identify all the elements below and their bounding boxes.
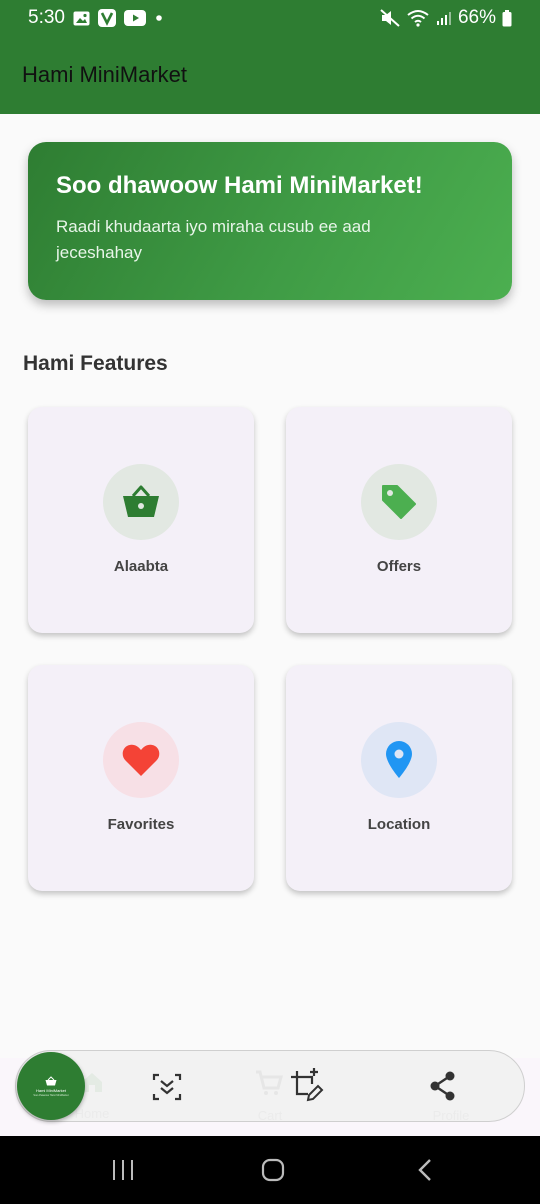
tag-icon	[361, 464, 437, 540]
back-button[interactable]	[410, 1136, 440, 1204]
feature-card-alaabta[interactable]: Alaabta	[28, 407, 254, 633]
wifi-icon	[406, 9, 430, 27]
heart-icon	[103, 722, 179, 798]
crop-edit-button[interactable]	[286, 1066, 326, 1106]
feature-card-label: Offers	[376, 558, 422, 575]
features-section-title: Hami Features	[23, 352, 168, 375]
scroll-capture-button[interactable]	[148, 1068, 186, 1106]
scroll-capture-icon	[152, 1073, 182, 1101]
preview-subtitle: Soo dhawoow Hami MiniMarket	[33, 1093, 69, 1097]
battery-percent: 66%	[457, 7, 496, 28]
mute-icon	[380, 9, 400, 27]
nav-item-cart[interactable]	[254, 1070, 284, 1099]
feature-card-offers[interactable]: Offers	[286, 407, 512, 633]
share-icon	[430, 1071, 455, 1101]
feature-card-label: Favorites	[107, 816, 175, 833]
signal-icon	[436, 10, 452, 26]
app-title: Hami MiniMarket	[22, 62, 188, 87]
back-icon	[418, 1159, 431, 1181]
location-pin-icon	[361, 722, 437, 798]
feature-card-label: Alaabta	[113, 558, 169, 575]
status-bar: 5:30 66%	[0, 0, 540, 36]
recent-apps-button[interactable]	[108, 1136, 138, 1204]
banner-title: Soo dhawoow Hami MiniMarket!	[56, 172, 423, 199]
recent-apps-icon	[113, 1160, 133, 1180]
feature-card-location[interactable]: Location	[286, 665, 512, 891]
dot-icon	[154, 13, 164, 23]
nav-item-profile-label: Profile	[432, 1108, 470, 1123]
status-time: 5:30	[28, 7, 65, 28]
banner-subtitle: Raadi khudaarta iyo miraha cusub ee aad …	[56, 217, 371, 262]
welcome-banner: Soo dhawoow Hami MiniMarket! Raadi khuda…	[28, 142, 512, 300]
youtube-icon	[123, 10, 146, 26]
basket-icon	[45, 1075, 57, 1085]
battery-icon	[502, 9, 512, 27]
crop-edit-icon	[291, 1068, 324, 1102]
home-circle-icon	[261, 1158, 285, 1182]
home-button[interactable]	[258, 1136, 288, 1204]
cart-icon	[256, 1070, 283, 1095]
screenshot-preview-thumbnail[interactable]: Hami MiniMarket Soo dhawoow Hami MiniMar…	[17, 1052, 85, 1120]
nav-item-cart-label: Cart	[257, 1108, 283, 1123]
feature-card-favorites[interactable]: Favorites	[28, 665, 254, 891]
feature-card-label: Location	[367, 816, 431, 833]
preview-title: Hami MiniMarket	[35, 1087, 66, 1093]
system-navigation-bar	[0, 1136, 540, 1204]
gallery-icon	[73, 11, 90, 26]
basket-icon	[103, 464, 179, 540]
share-button[interactable]	[425, 1068, 461, 1104]
v-app-icon	[97, 9, 116, 27]
app-bar: Hami MiniMarket	[0, 36, 540, 114]
